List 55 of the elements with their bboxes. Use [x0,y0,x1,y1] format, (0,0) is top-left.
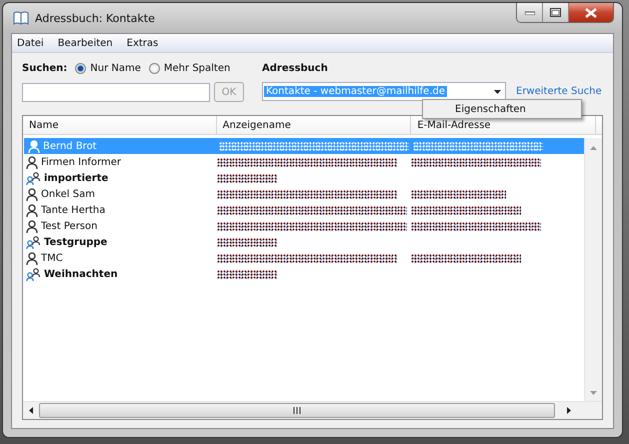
person-icon [26,252,38,264]
contact-row[interactable]: Test Person [24,218,584,234]
contact-name: Firmen Informer [41,156,122,168]
column-header[interactable]: Anzeigename [216,116,412,134]
menu-item[interactable]: Extras [126,38,158,48]
vertical-scrollbar[interactable] [584,138,602,401]
contact-name: Tante Hertha [41,204,106,216]
book-icon [13,11,29,25]
radio-option[interactable]: Mehr Spalten [148,62,230,74]
group-icon [26,172,41,184]
person-icon [26,156,38,168]
minimize-icon [524,10,534,14]
grip-icon [293,407,301,414]
contact-row[interactable]: Tante Hertha [24,202,584,218]
window-title: Adressbuch: Kontakte [35,12,155,24]
caret-icon [494,90,501,94]
person-icon [28,140,40,152]
group-icon [26,268,41,280]
contact-row[interactable]: Firmen Informer [24,154,584,170]
maximize-button[interactable] [543,3,569,22]
contact-name: Weihnachten [44,268,118,280]
horizontal-scrollbar[interactable] [23,401,602,419]
column-header[interactable]: Name [23,116,217,134]
menu-item[interactable]: Datei [17,38,44,48]
maximize-icon [550,8,561,17]
contact-row[interactable]: Onkel Sam [24,186,584,202]
contact-name: Test Person [41,220,98,232]
scroll-right-icon [567,407,571,414]
contact-name: importierte [44,172,108,184]
contact-name: Onkel Sam [41,188,95,200]
scroll-left-icon [29,407,33,414]
search-label: Suchen: [22,62,68,74]
contact-row[interactable]: TMC [24,250,584,266]
person-icon [26,188,38,200]
column-header[interactable]: E-Mail-Adresse [411,116,596,134]
scroll-up-icon [590,146,597,150]
contact-row[interactable]: Testgruppe [24,234,584,250]
contact-row[interactable]: Weihnachten [24,266,584,282]
advanced-search-link[interactable]: Erweiterte Suche [516,86,602,97]
close-icon [585,8,597,18]
radio-option[interactable]: Nur Name [75,62,141,74]
minimize-button[interactable] [517,3,543,22]
person-icon [26,204,38,216]
menu-item[interactable]: Bearbeiten [58,38,113,48]
close-button[interactable] [569,3,613,22]
group-icon [26,236,41,248]
addressbook-label: Adressbuch [262,62,328,74]
contact-row[interactable]: importierte [24,170,584,186]
scroll-down-icon [590,391,597,395]
contact-name: TMC [41,252,63,264]
search-field[interactable] [22,82,210,102]
contact-name: Testgruppe [44,236,108,248]
contact-name: Bernd Brot [43,140,97,152]
person-icon [26,220,38,232]
menu-item[interactable]: Eigenschaften [455,104,526,114]
